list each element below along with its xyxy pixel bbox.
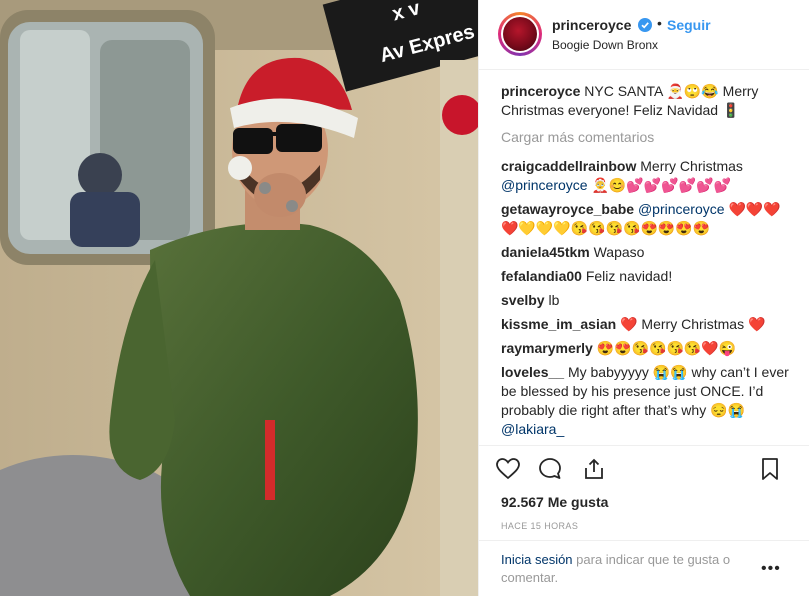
comment: craigcaddellrainbow Merry Christmas @pri…	[501, 157, 791, 195]
comment: daniela45tkm Wapaso	[501, 243, 791, 262]
comment: raymarymerly 😍😍😘😘😘😘❤️😜	[501, 339, 791, 358]
login-prompt: Inicia sesión para indicar que te gusta …	[501, 551, 761, 587]
comment-username[interactable]: kissme_im_asian	[501, 316, 616, 332]
share-upload-icon[interactable]	[581, 456, 607, 482]
caption: princeroyce NYC SANTA 🎅🙄😂 Merry Christma…	[501, 82, 791, 120]
comment: kissme_im_asian ❤️ Merry Christmas ❤️	[501, 315, 791, 334]
comment-username[interactable]: fefalandia00	[501, 268, 582, 284]
comment-emoji: 🤶😊💕💕💕💕💕💕	[591, 177, 731, 193]
post-photo-illustration: x v Av Expres	[0, 0, 478, 596]
avatar[interactable]	[498, 12, 542, 56]
action-bar	[479, 452, 809, 486]
divider	[479, 540, 809, 541]
comment-username[interactable]: loveles__	[501, 364, 564, 380]
login-link[interactable]: Inicia sesión	[501, 552, 573, 567]
comment-username[interactable]: craigcaddellrainbow	[501, 158, 636, 174]
comment: fefalandia00 Feliz navidad!	[501, 267, 791, 286]
comment-text: Merry Christmas	[640, 158, 743, 174]
comment-mention[interactable]: @princeroyce	[501, 177, 588, 193]
comment-username[interactable]: daniela45tkm	[501, 244, 590, 260]
comments-list[interactable]: princeroyce NYC SANTA 🎅🙄😂 Merry Christma…	[501, 82, 791, 442]
comment-bubble-icon[interactable]	[537, 456, 563, 482]
comment-text: ❤️ Merry Christmas ❤️	[620, 316, 766, 332]
comment-username[interactable]: getawayroyce_babe	[501, 201, 634, 217]
comment-text: Wapaso	[593, 244, 645, 260]
comment-username[interactable]: raymarymerly	[501, 340, 593, 356]
comment-mention[interactable]: @lakiara_	[501, 421, 564, 437]
load-more-comments-button[interactable]: Cargar más comentarios	[501, 128, 791, 147]
avatar-ring-inner	[501, 15, 539, 53]
comment-text: lb	[548, 292, 560, 308]
comment-mention[interactable]: @princeroyce	[638, 201, 725, 217]
comment-text: Feliz navidad!	[585, 268, 673, 284]
comment: loveles__ My babyyyyy 😭😭 why can’t I eve…	[501, 363, 791, 439]
caption-username[interactable]: princeroyce	[501, 83, 580, 99]
location-link[interactable]: Boogie Down Bronx	[552, 38, 658, 52]
like-heart-icon[interactable]	[495, 456, 521, 482]
post-photo[interactable]: x v Av Expres	[0, 0, 478, 596]
bookmark-save-icon[interactable]	[757, 456, 783, 482]
post-details-panel: princeroyce • Seguir Boogie Down Bronx p…	[478, 0, 809, 596]
verified-badge-icon	[638, 18, 652, 32]
header-username[interactable]: princeroyce	[552, 17, 631, 33]
avatar-image	[503, 17, 537, 51]
follow-button[interactable]: Seguir	[667, 17, 711, 33]
post-header: princeroyce • Seguir Boogie Down Bronx	[479, 0, 809, 70]
comment: svelby lb	[501, 291, 791, 310]
ellipsis-icon[interactable]: •••	[761, 560, 781, 578]
comment-username[interactable]: svelby	[501, 292, 545, 308]
comment-text: 😍😍😘😘😘😘❤️😜	[596, 340, 737, 356]
divider	[479, 445, 809, 446]
post-timestamp[interactable]: HACE 15 HORAS	[501, 521, 578, 531]
separator-dot: •	[657, 15, 662, 31]
comment: getawayroyce_babe @princeroyce ❤️❤️❤️❤️💛…	[501, 200, 791, 238]
likes-count[interactable]: 92.567 Me gusta	[501, 494, 608, 510]
